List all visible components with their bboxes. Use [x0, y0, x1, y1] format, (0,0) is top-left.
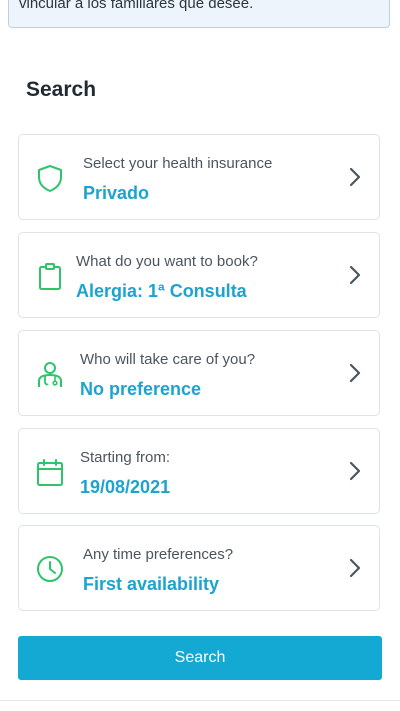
- divider: [0, 700, 400, 701]
- booking-type-selector[interactable]: What do you want to book? Alergia: 1ª Co…: [18, 232, 380, 318]
- info-banner: vincular a los familiares que desee.: [8, 0, 390, 28]
- clipboard-icon: [35, 261, 65, 291]
- professional-selector[interactable]: Who will take care of you? No preference: [18, 330, 380, 416]
- health-insurance-value: Privado: [83, 183, 150, 203]
- time-preference-selector[interactable]: Any time preferences? First availability: [18, 525, 380, 611]
- chevron-right-icon: [347, 265, 363, 285]
- search-button[interactable]: Search: [18, 636, 382, 680]
- clock-icon: [35, 554, 65, 584]
- time-preference-label: Any time preferences?: [83, 546, 234, 563]
- calendar-icon: [35, 457, 65, 487]
- health-insurance-label: Select your health insurance: [83, 155, 273, 172]
- info-banner-text: vincular a los familiares que desee.: [19, 0, 254, 12]
- search-section-title: Search: [26, 78, 97, 101]
- chevron-right-icon: [347, 167, 363, 187]
- shield-icon: [35, 163, 65, 193]
- chevron-right-icon: [347, 363, 363, 383]
- start-date-label: Starting from:: [80, 449, 171, 466]
- professional-value: No preference: [80, 379, 202, 399]
- time-preference-value: First availability: [83, 574, 220, 594]
- doctor-icon: [35, 359, 65, 389]
- start-date-value: 19/08/2021: [80, 477, 171, 497]
- professional-label: Who will take care of you?: [80, 351, 256, 368]
- booking-type-label: What do you want to book?: [76, 253, 258, 270]
- chevron-right-icon: [347, 558, 363, 578]
- booking-type-value: Alergia: 1ª Consulta: [76, 281, 247, 301]
- start-date-selector[interactable]: Starting from: 19/08/2021: [18, 428, 380, 514]
- chevron-right-icon: [347, 461, 363, 481]
- health-insurance-selector[interactable]: Select your health insurance Privado: [18, 134, 380, 220]
